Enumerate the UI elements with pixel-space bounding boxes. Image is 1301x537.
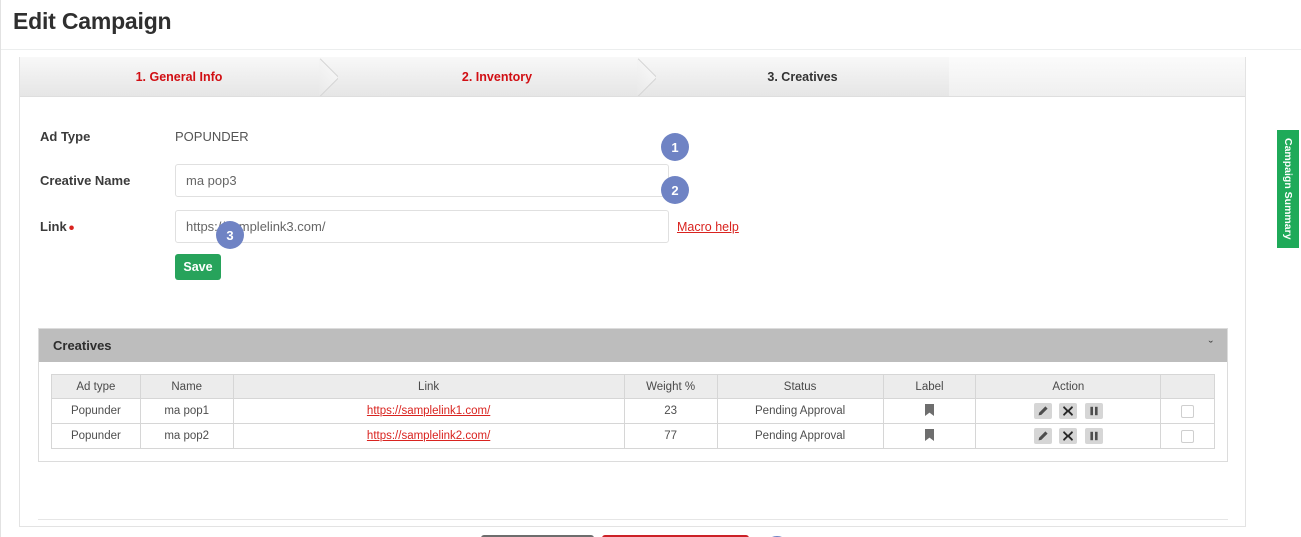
field-row-creative-name: Creative Name <box>20 157 1245 203</box>
campaign-summary-tab-label: Campaign Summary <box>1282 138 1294 240</box>
cell-select <box>1160 398 1215 424</box>
title-bar: Edit Campaign <box>1 0 1301 50</box>
creatives-table-head: Ad type Name Link Weight % Status Label … <box>51 374 1215 399</box>
col-header-label: Label <box>882 374 977 399</box>
save-button[interactable]: Save <box>175 254 221 280</box>
field-row-save: Save <box>20 250 1245 284</box>
callout-badge-2: 2 <box>661 176 689 204</box>
creatives-panel-header[interactable]: Creatives ˇ <box>39 329 1227 362</box>
row-checkbox[interactable] <box>1181 429 1195 443</box>
cell-status: Pending Approval <box>716 423 884 449</box>
link-input[interactable] <box>175 210 669 243</box>
cell-select <box>1160 423 1215 449</box>
wizard-nav: ← Previous Update Campaign 4 <box>38 519 1228 537</box>
edit-icon[interactable] <box>1034 403 1053 419</box>
table-row: Popunder ma pop1 https://samplelink1.com… <box>51 398 1215 424</box>
creative-name-label: Creative Name <box>40 172 131 188</box>
cell-weight: 77 <box>623 423 718 449</box>
creative-link[interactable]: https://samplelink1.com/ <box>367 405 490 417</box>
link-label-text: Link <box>40 219 67 234</box>
col-header-status: Status <box>716 374 884 399</box>
campaign-summary-tab[interactable]: Campaign Summary <box>1275 128 1301 250</box>
callout-badge-3: 3 <box>216 221 244 249</box>
step-arrow-icon <box>319 57 339 96</box>
step-filler <box>949 57 1245 96</box>
creative-name-input[interactable] <box>175 163 669 197</box>
edit-campaign-page: Edit Campaign 1. General Info 2. Invento… <box>0 0 1301 537</box>
cell-label <box>882 423 977 449</box>
close-icon[interactable] <box>1059 428 1078 444</box>
cell-ad-type: Popunder <box>51 423 141 449</box>
table-header-row: Ad type Name Link Weight % Status Label … <box>51 374 1215 399</box>
creatives-panel: Creatives ˇ Ad type Name Link Weight % S… <box>38 328 1228 462</box>
field-row-ad-type: Ad Type POPUNDER <box>20 115 1245 157</box>
close-icon[interactable] <box>1059 403 1078 419</box>
cell-name: ma pop1 <box>139 398 234 424</box>
creative-form: Ad Type POPUNDER Creative Name Link• Mac… <box>20 97 1245 284</box>
pause-icon[interactable] <box>1084 403 1103 419</box>
creatives-panel-title: Creatives <box>53 338 112 353</box>
step-general-info[interactable]: 1. General Info <box>20 57 338 96</box>
wizard-steps: 1. General Info 2. Inventory 3. Creative… <box>20 57 1245 97</box>
creative-link[interactable]: https://samplelink2.com/ <box>367 430 490 442</box>
page-title: Edit Campaign <box>13 8 172 34</box>
cell-action <box>975 423 1162 449</box>
required-marker: • <box>68 220 75 237</box>
step-creatives-label: 3. Creatives <box>767 69 838 84</box>
step-inventory[interactable]: 2. Inventory <box>338 57 656 96</box>
bookmark-icon <box>924 428 934 444</box>
cell-link: https://samplelink1.com/ <box>232 398 625 424</box>
cell-ad-type: Popunder <box>51 398 141 424</box>
ad-type-value: POPUNDER <box>175 128 249 144</box>
creatives-panel-body: Ad type Name Link Weight % Status Label … <box>39 362 1227 461</box>
macro-help-link[interactable]: Macro help <box>677 220 739 234</box>
row-checkbox[interactable] <box>1181 404 1195 418</box>
cell-label <box>882 398 977 424</box>
col-header-link: Link <box>232 374 625 399</box>
cell-weight: 23 <box>623 398 718 424</box>
col-header-action: Action <box>975 374 1162 399</box>
step-inventory-label: 2. Inventory <box>461 69 533 84</box>
cell-status: Pending Approval <box>716 398 884 424</box>
col-header-select <box>1160 374 1215 399</box>
cell-action <box>975 398 1162 424</box>
col-header-ad-type: Ad type <box>51 374 141 399</box>
bookmark-icon <box>924 403 934 419</box>
col-header-weight: Weight % <box>623 374 718 399</box>
step-arrow-icon <box>637 57 657 96</box>
field-row-link: Link• Macro help <box>20 203 1245 250</box>
edit-icon[interactable] <box>1034 428 1053 444</box>
campaign-card: 1. General Info 2. Inventory 3. Creative… <box>19 57 1246 537</box>
callout-badge-1: 1 <box>661 133 689 161</box>
creatives-table-body: Popunder ma pop1 https://samplelink1.com… <box>51 398 1215 449</box>
pause-icon[interactable] <box>1084 428 1103 444</box>
chevron-down-icon[interactable]: ˇ <box>1209 338 1213 353</box>
cell-link: https://samplelink2.com/ <box>232 423 625 449</box>
creatives-table: Ad type Name Link Weight % Status Label … <box>51 374 1215 449</box>
ad-type-label: Ad Type <box>40 128 91 144</box>
step-creatives[interactable]: 3. Creatives <box>656 57 949 96</box>
link-label: Link • <box>40 219 175 237</box>
cell-name: ma pop2 <box>139 423 234 449</box>
table-row: Popunder ma pop2 https://samplelink2.com… <box>51 423 1215 449</box>
step-general-info-label: 1. General Info <box>135 69 223 84</box>
col-header-name: Name <box>139 374 234 399</box>
